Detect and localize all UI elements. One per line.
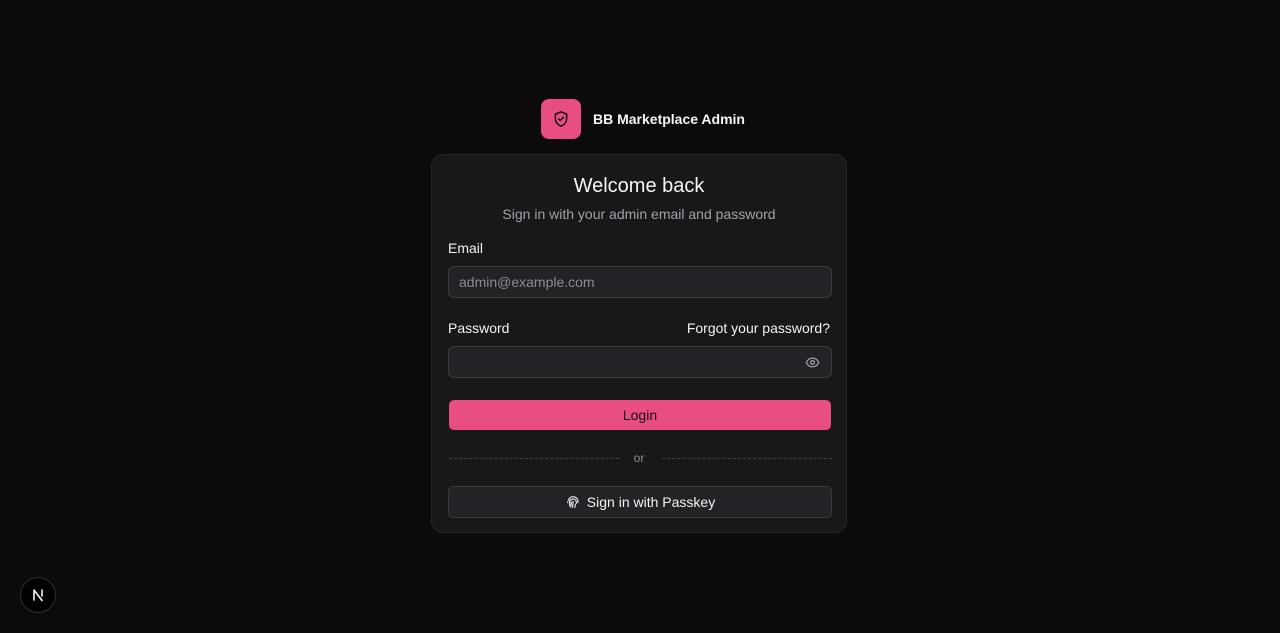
- divider-text: or: [633, 451, 645, 465]
- login-card: Welcome back Sign in with your admin ema…: [431, 154, 847, 533]
- shield-check-icon: [541, 99, 581, 139]
- page-subtitle: Sign in with your admin email and passwo…: [502, 206, 776, 222]
- nextjs-icon[interactable]: [20, 577, 56, 613]
- email-field[interactable]: [448, 266, 832, 298]
- email-label: Email: [448, 240, 484, 256]
- eye-icon[interactable]: [804, 354, 820, 370]
- passkey-button[interactable]: Sign in with Passkey: [448, 486, 832, 518]
- brand-name: BB Marketplace Admin: [593, 111, 745, 127]
- password-label: Password: [448, 320, 510, 336]
- page-title: Welcome back: [573, 175, 705, 197]
- password-field[interactable]: [448, 346, 832, 378]
- passkey-button-label: Sign in with Passkey: [586, 494, 716, 510]
- brand-header: BB Marketplace Admin: [541, 99, 745, 139]
- fingerprint-icon: [565, 494, 581, 510]
- login-button[interactable]: Login: [449, 400, 831, 430]
- forgot-password-link[interactable]: Forgot your password?: [687, 320, 830, 336]
